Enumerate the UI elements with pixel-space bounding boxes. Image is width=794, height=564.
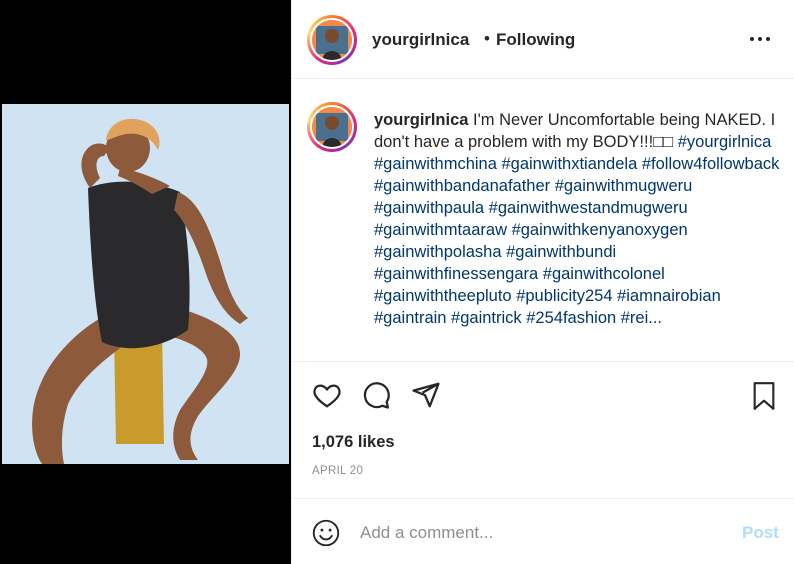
- post-details-panel: yourgirlnica • Following yourgirlnica I'…: [291, 0, 794, 564]
- post-header: yourgirlnica • Following: [292, 0, 794, 79]
- post-caption: yourgirlnica I'm Never Uncomfortable bei…: [374, 109, 784, 329]
- media-panel: [0, 0, 291, 564]
- smiley-icon[interactable]: [312, 519, 340, 547]
- instagram-post-modal: yourgirlnica • Following yourgirlnica I'…: [0, 0, 794, 564]
- post-date[interactable]: APRIL 20: [312, 465, 363, 477]
- likes-count[interactable]: 1,076 likes: [312, 433, 395, 452]
- share-icon[interactable]: [411, 380, 441, 410]
- action-bar: [292, 372, 794, 422]
- caption-avatar[interactable]: [307, 102, 357, 152]
- comment-input[interactable]: [360, 521, 720, 545]
- comment-bar: Post: [292, 498, 794, 564]
- more-horizontal-icon[interactable]: [750, 32, 774, 46]
- bookmark-icon[interactable]: [750, 380, 778, 412]
- avatar[interactable]: [307, 15, 357, 65]
- post-comment-button[interactable]: Post: [742, 523, 779, 543]
- caption-area: yourgirlnica I'm Never Uncomfortable bei…: [292, 80, 794, 362]
- comment-icon[interactable]: [360, 380, 392, 410]
- separator-dot: •: [484, 29, 490, 48]
- caption-hashtags[interactable]: #yourgirlnica #gainwithmchina #gainwithx…: [374, 133, 779, 327]
- caption-username[interactable]: yourgirlnica: [374, 111, 468, 129]
- following-button[interactable]: Following: [496, 30, 575, 50]
- post-image[interactable]: [2, 104, 289, 464]
- header-username[interactable]: yourgirlnica: [372, 30, 469, 50]
- heart-icon[interactable]: [311, 380, 343, 410]
